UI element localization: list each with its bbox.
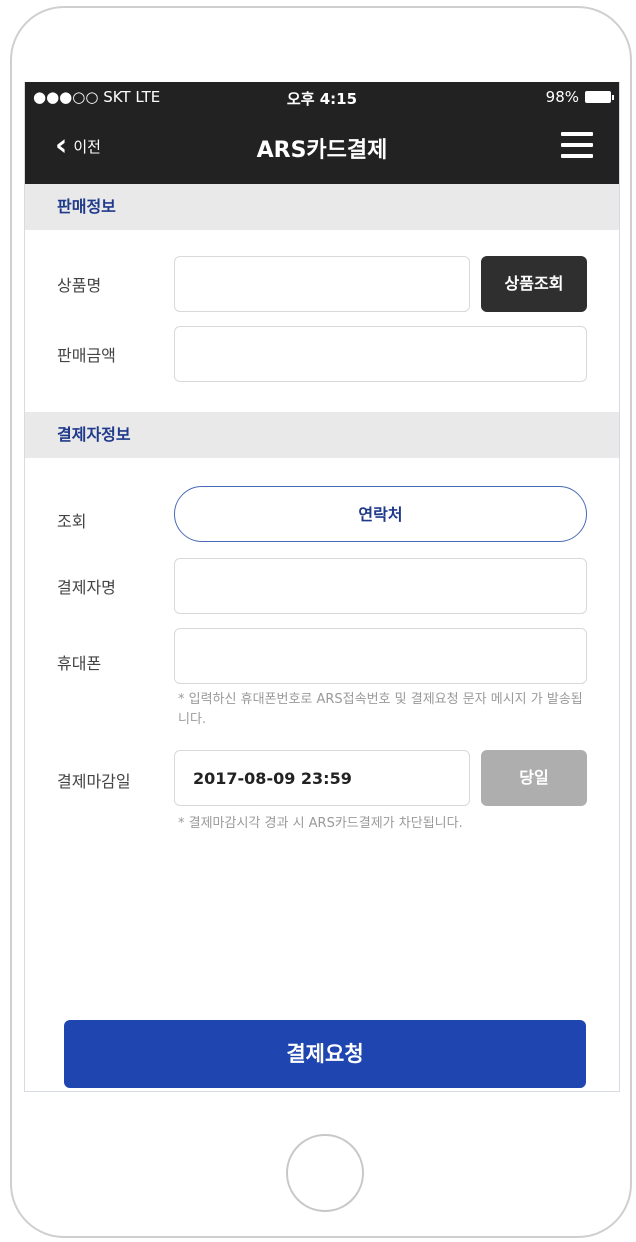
section-sales-info: 판매정보: [25, 184, 619, 230]
app-screen: ●●●○○ SKT LTE 오후 4:15 98% ‹ 이전 ARS카드결제 판…: [24, 82, 620, 1092]
status-time: 오후 4:15: [286, 90, 358, 108]
nav-bar: ‹ 이전 ARS카드결제: [25, 112, 619, 184]
payer-name-label: 결제자명: [57, 578, 116, 597]
payment-request-button[interactable]: 결제요청: [64, 1020, 586, 1088]
status-bar: ●●●○○ SKT LTE 오후 4:15 98%: [25, 82, 619, 112]
lookup-label: 조회: [57, 512, 87, 531]
battery-percent: 98%: [545, 88, 579, 106]
sales-amount-label: 판매금액: [57, 346, 116, 365]
deadline-input[interactable]: 2017-08-09 23:59: [174, 750, 470, 806]
product-name-label: 상품명: [57, 276, 102, 295]
product-name-input[interactable]: [174, 256, 470, 312]
sales-amount-input[interactable]: [174, 326, 587, 382]
today-button[interactable]: 당일: [481, 750, 587, 806]
hamburger-menu-icon[interactable]: [561, 132, 593, 158]
home-button[interactable]: [286, 1134, 364, 1212]
phone-label: 휴대폰: [57, 654, 102, 673]
page-title: ARS카드결제: [256, 138, 388, 163]
battery-icon: [585, 91, 614, 103]
contact-lookup-button[interactable]: 연락처: [174, 486, 587, 542]
deadline-note: * 결제마감시각 경과 시 ARS카드결제가 차단됩니다.: [178, 816, 463, 831]
section-payer-info: 결제자정보: [25, 412, 619, 458]
phone-note: * 입력하신 휴대폰번호로 ARS접속번호 및 결제요청 문자 메시지 가 발송…: [178, 692, 583, 727]
phone-input[interactable]: [174, 628, 587, 684]
payer-name-input[interactable]: [174, 558, 587, 614]
battery-status: 98%: [545, 88, 614, 106]
product-search-button[interactable]: 상품조회: [481, 256, 587, 312]
deadline-label: 결제마감일: [57, 772, 131, 791]
